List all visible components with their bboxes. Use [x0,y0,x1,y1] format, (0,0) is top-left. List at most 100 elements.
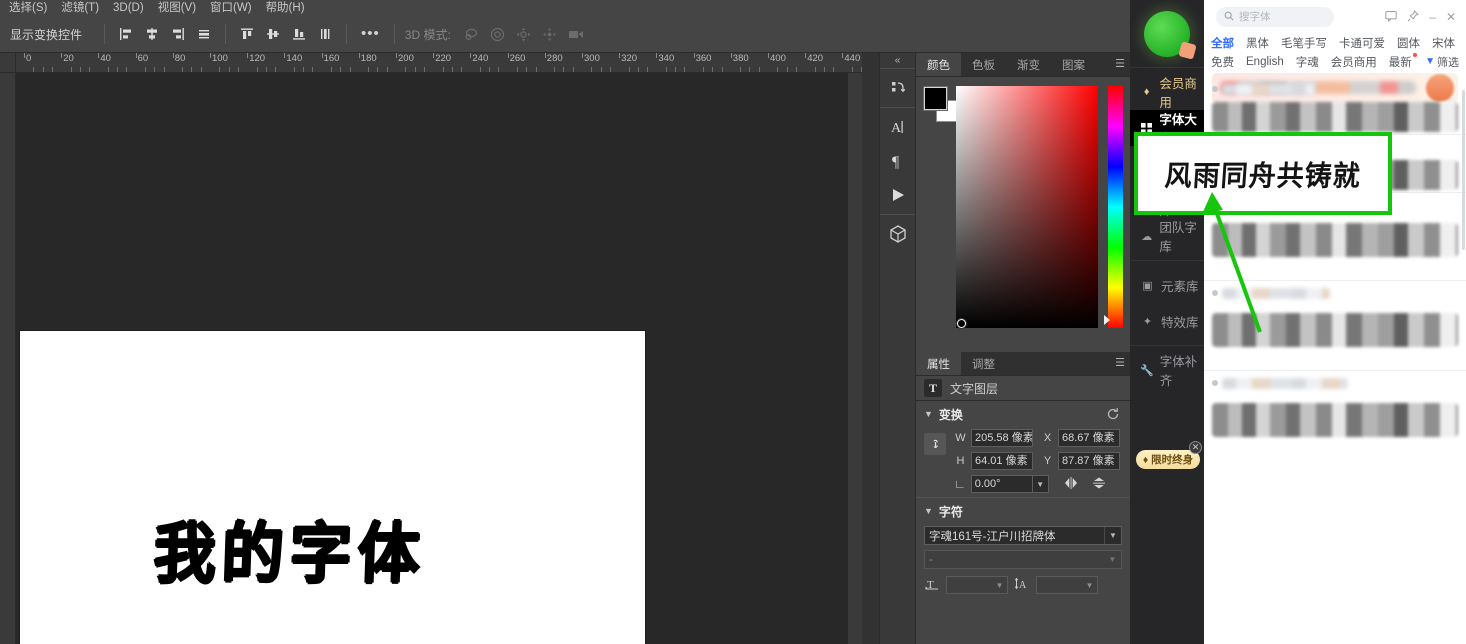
vertical-ruler[interactable] [0,73,16,644]
font-list-scrollbar[interactable] [1462,90,1465,250]
lifetime-promo-badge[interactable]: ♦ 限时终身 [1136,450,1200,469]
chevron-down-icon[interactable]: ▼ [1033,475,1049,493]
select-radio[interactable] [1212,290,1218,296]
font-style-select[interactable]: - ▼ [924,550,1122,569]
search-input[interactable]: 搜字体 [1216,7,1334,27]
tab-all[interactable]: 全部 [1211,35,1234,51]
3d-cube-icon[interactable] [883,221,913,247]
tab-brush-handwriting[interactable]: 毛笔手写 [1281,35,1327,51]
close-promo-icon[interactable]: ✕ [1189,441,1202,454]
sv-cursor[interactable] [957,319,966,328]
canvas-vertical-scrollbar[interactable] [848,73,862,644]
tab-swatches[interactable]: 色板 [961,53,1006,76]
menu-item-filter[interactable]: 滤镜(T) [54,0,106,16]
chevron-down-icon[interactable]: ▼ [992,581,1007,590]
canvas-area[interactable]: 我的字体 [16,73,862,644]
sidebar-item-vip-commercial[interactable]: ♦ 会员商用 [1130,74,1204,110]
width-input[interactable]: 205.58 像素 [971,429,1033,447]
list-item[interactable] [1204,371,1466,459]
sidebar-item-element-library[interactable]: ▣ 元素库 [1130,267,1204,303]
align-top-edges-icon[interactable] [236,23,258,45]
tab-songti[interactable]: 宋体 [1432,35,1455,51]
pin-icon[interactable] [1407,10,1419,24]
chevron-down-icon[interactable]: ▼ [1104,551,1121,568]
3d-drag-icon[interactable] [513,23,535,45]
sidebar-item-team-library[interactable]: ☁ 团队字库 [1130,218,1204,254]
3d-slide-icon[interactable] [539,23,561,45]
align-left-edges-icon[interactable] [115,23,137,45]
character-icon[interactable]: A [883,114,913,140]
font-size-field[interactable]: ▼ [946,576,1008,594]
angle-input[interactable]: 0.00° [971,475,1033,493]
avatar-area[interactable] [1130,0,1204,68]
tab-heiti[interactable]: 黑体 [1246,35,1269,51]
tab-english[interactable]: English [1246,56,1284,68]
select-radio[interactable] [1212,380,1218,386]
3d-camera-icon[interactable] [565,23,587,45]
align-right-edges-icon[interactable] [167,23,189,45]
tab-vip-commercial[interactable]: 会员商用 [1331,54,1377,70]
history-icon[interactable] [883,75,913,101]
list-item[interactable] [1204,281,1466,371]
link-aspect-ratio-button[interactable] [924,433,946,455]
highlighted-font-preview[interactable]: 风雨同舟共铸就 [1134,132,1392,215]
height-input[interactable]: 64.01 像素 [971,452,1033,470]
tab-zihun[interactable]: 字魂 [1296,54,1319,70]
list-item[interactable] [1204,77,1466,135]
tab-properties[interactable]: 属性 [916,352,961,375]
sidebar-item-effects-library[interactable]: ✦ 特效库 [1130,303,1204,339]
reset-icon[interactable] [1106,407,1120,424]
y-input[interactable]: 87.87 像素 [1058,452,1120,470]
3d-rotate-icon[interactable] [461,23,483,45]
x-input[interactable]: 68.67 像素 [1058,429,1120,447]
horizontal-ruler[interactable]: 0204060801001201401601802002202402602803… [16,53,862,73]
align-vertical-centers-icon[interactable] [262,23,284,45]
more-options-button[interactable]: ••• [355,29,386,39]
tab-adjustments[interactable]: 调整 [961,352,1006,375]
color-swatches[interactable] [924,87,958,121]
transform-section-header[interactable]: ▼ 变换 [916,401,1130,427]
menu-item-3d[interactable]: 3D(D) [106,0,151,16]
flip-horizontal-icon[interactable] [1063,476,1079,493]
tab-round[interactable]: 圆体 [1397,35,1420,51]
angle-select[interactable]: 0.00° ▼ [971,475,1049,493]
feedback-icon[interactable] [1385,10,1397,24]
select-radio[interactable] [1212,86,1218,92]
paragraph-icon[interactable]: ¶ [883,148,913,174]
panel-menu-icon[interactable]: ☰ [1115,59,1125,70]
distribute-horizontally-icon[interactable] [193,23,215,45]
panel-menu-icon[interactable]: ☰ [1115,358,1125,369]
align-horizontal-centers-icon[interactable] [141,23,163,45]
document-canvas[interactable]: 我的字体 [20,331,645,644]
tab-free[interactable]: 免费 [1211,54,1234,70]
actions-play-icon[interactable] [883,182,913,208]
menu-item-help[interactable]: 帮助(H) [259,0,312,16]
distribute-vertically-icon[interactable] [314,23,336,45]
tab-gradients[interactable]: 渐变 [1006,53,1051,76]
sidebar-item-font-completion[interactable]: 🔧 字体补齐 [1130,352,1204,388]
chevron-down-icon[interactable]: ▼ [1082,581,1097,590]
hue-slider[interactable] [1108,86,1123,328]
tab-patterns[interactable]: 图案 [1051,53,1096,76]
3d-roll-icon[interactable] [487,23,509,45]
tab-newest[interactable]: 最新 [1389,54,1412,70]
collapse-panels-button[interactable]: « [880,53,915,68]
menu-item-select[interactable]: 选择(S) [2,0,54,16]
minimize-icon[interactable]: – [1429,11,1436,23]
foreground-color-swatch[interactable] [924,87,947,110]
avatar[interactable] [1144,11,1190,57]
saturation-value-picker[interactable] [956,86,1098,328]
canvas-text-layer[interactable]: 我的字体 [152,500,427,595]
flip-vertical-icon[interactable] [1091,476,1107,493]
tab-cartoon-cute[interactable]: 卡通可爱 [1339,35,1385,51]
leading-field[interactable]: ▼ [1036,576,1098,594]
character-section-header[interactable]: ▼ 字符 [916,498,1130,524]
menu-item-window[interactable]: 窗口(W) [203,0,259,16]
tab-color[interactable]: 颜色 [916,53,961,76]
close-icon[interactable]: ✕ [1446,11,1456,23]
menu-item-view[interactable]: 视图(V) [151,0,203,16]
filter-button[interactable]: ▼ 筛选 [1425,54,1459,70]
align-bottom-edges-icon[interactable] [288,23,310,45]
chevron-down-icon[interactable]: ▼ [1104,527,1121,544]
font-family-select[interactable]: 字魂161号-江户川招牌体 ▼ [924,526,1122,545]
